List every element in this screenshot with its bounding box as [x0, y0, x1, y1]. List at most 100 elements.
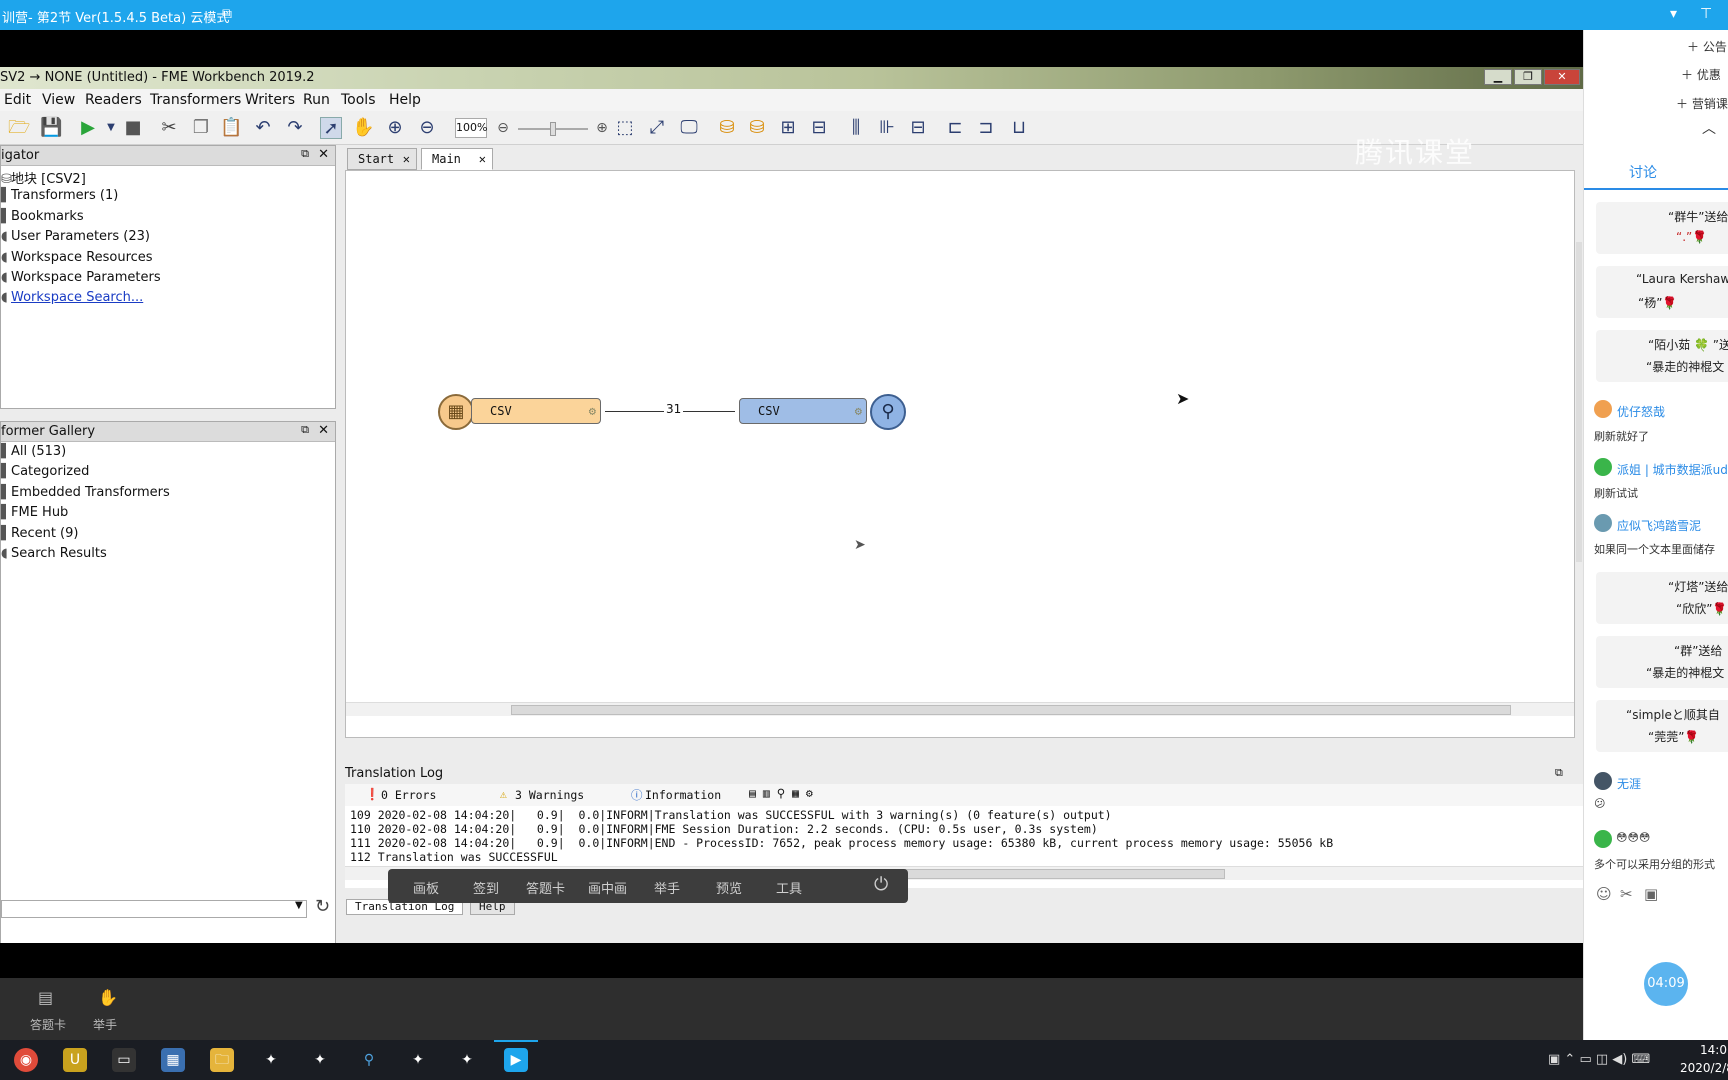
- image-icon[interactable]: ▣: [1644, 885, 1658, 903]
- floatbar-checkin[interactable]: 签到: [473, 878, 499, 897]
- close-icon[interactable]: ✕: [403, 149, 410, 169]
- zoom-selection-icon[interactable]: ⬚: [614, 117, 636, 139]
- answer-card-label[interactable]: 答题卡: [30, 1016, 66, 1033]
- run-icon[interactable]: ▶: [77, 117, 99, 139]
- open-folder-icon[interactable]: 🗁: [8, 117, 30, 139]
- chat-username[interactable]: 优仔怒哉: [1617, 403, 1665, 420]
- discount-item[interactable]: ＋ 优惠: [1681, 66, 1721, 83]
- external-link-icon[interactable]: ⧉: [222, 6, 232, 22]
- stop-icon[interactable]: ■: [122, 117, 144, 139]
- menu-edit[interactable]: Edit: [4, 92, 31, 108]
- align-center-icon[interactable]: ⊪: [876, 117, 898, 139]
- tencent-classroom-icon[interactable]: ▶: [504, 1048, 528, 1072]
- warnings-filter[interactable]: 3 Warnings: [515, 788, 584, 802]
- fit-window-icon[interactable]: 🖵: [678, 117, 700, 139]
- fme-app-icon[interactable]: ✦: [455, 1048, 479, 1072]
- zoom-extents-icon[interactable]: ⤢: [646, 117, 668, 139]
- nav-item-workspace-parameters[interactable]: ◖ Workspace Parameters: [1, 270, 161, 285]
- menu-transformers[interactable]: Transformers: [150, 92, 241, 108]
- nav-item-user-parameters[interactable]: ◖ User Parameters (23): [1, 229, 150, 244]
- gallery-item-recent[interactable]: ▌Recent (9): [1, 526, 78, 541]
- floatbar-whiteboard[interactable]: 画板: [413, 878, 439, 897]
- canvas-vertical-scrollbar[interactable]: [1576, 242, 1582, 562]
- raise-hand-label[interactable]: 举手: [93, 1016, 117, 1033]
- tab-main[interactable]: Main ✕: [421, 148, 493, 170]
- floatbar-pip[interactable]: 画中画: [588, 878, 627, 897]
- chat-username[interactable]: 无涯: [1617, 775, 1641, 792]
- distribute-v-icon[interactable]: ⊔: [1008, 117, 1030, 139]
- emoji-icon[interactable]: ☺: [1596, 885, 1612, 903]
- align-left-icon[interactable]: ⫼: [845, 117, 867, 139]
- information-filter[interactable]: Information: [645, 788, 721, 802]
- floatbar-preview[interactable]: 预览: [716, 878, 742, 897]
- save-icon[interactable]: 💾: [40, 117, 62, 139]
- nav-item-workspace-search[interactable]: ◖ Workspace Search...: [1, 290, 143, 305]
- minimize-button[interactable]: ▁: [1484, 69, 1512, 85]
- control-panel-icon[interactable]: ▦: [161, 1048, 185, 1072]
- answer-card-icon[interactable]: ▤: [38, 988, 53, 1007]
- undo-icon[interactable]: ↶: [252, 117, 274, 139]
- distribute-h-icon[interactable]: ⊐: [975, 117, 997, 139]
- menu-writers[interactable]: Writers: [245, 92, 295, 108]
- float-panel-icon[interactable]: ⧉: [301, 423, 309, 437]
- nav-item-transformers[interactable]: ▌Transformers (1): [1, 188, 118, 203]
- gallery-item-search-results[interactable]: ◖ Search Results: [1, 546, 107, 561]
- menu-view[interactable]: View: [42, 92, 75, 108]
- gallery-item-fme-hub[interactable]: ▌FME Hub: [1, 505, 68, 520]
- inspector-magnifier-icon[interactable]: ⚲: [870, 394, 906, 430]
- tab-start[interactable]: Start ✕: [347, 148, 417, 170]
- chevron-up-icon[interactable]: ︿: [1702, 118, 1716, 138]
- cut-icon[interactable]: ✂: [158, 117, 180, 139]
- canvas-horizontal-scrollbar[interactable]: [346, 702, 1574, 716]
- zoom-in-icon[interactable]: ⊕: [384, 117, 406, 139]
- chat-username[interactable]: 派姐 | 城市数据派ud: [1617, 461, 1728, 478]
- reader-feature-type[interactable]: CSV ⚙: [471, 398, 601, 424]
- close-panel-icon[interactable]: ✕: [318, 147, 329, 162]
- zoom-plus-icon[interactable]: ⊕: [591, 117, 613, 139]
- gallery-search-input[interactable]: [1, 900, 307, 918]
- paste-icon[interactable]: 📋: [220, 117, 242, 139]
- nav-item-reader[interactable]: ⛁地块 [CSV2]: [1, 168, 86, 187]
- announcement-item[interactable]: ＋ 公告: [1687, 38, 1727, 55]
- scissors-icon[interactable]: ✂: [1620, 885, 1633, 903]
- close-icon[interactable]: ✕: [479, 149, 486, 169]
- menu-readers[interactable]: Readers: [85, 92, 142, 108]
- float-panel-icon[interactable]: ⧉: [1555, 766, 1563, 780]
- nav-item-bookmarks[interactable]: ▌Bookmarks: [1, 209, 84, 224]
- zoom-out-icon[interactable]: ⊖: [416, 117, 438, 139]
- redo-icon[interactable]: ↷: [284, 117, 306, 139]
- errors-filter[interactable]: 0 Errors: [381, 788, 436, 802]
- reader-table-icon[interactable]: ▦: [438, 394, 474, 430]
- fme-data-inspector-icon[interactable]: ⚲: [357, 1048, 381, 1072]
- gallery-item-categorized[interactable]: ▌Categorized: [1, 464, 89, 479]
- terminal-icon[interactable]: ▭: [112, 1048, 136, 1072]
- fme-app-icon[interactable]: ✦: [308, 1048, 332, 1072]
- add-reader-icon[interactable]: ⛁: [716, 117, 738, 139]
- ue-editor-icon[interactable]: U: [63, 1048, 87, 1072]
- gallery-item-embedded[interactable]: ▌Embedded Transformers: [1, 485, 170, 500]
- add-bookmark-icon[interactable]: ⊟: [808, 117, 830, 139]
- chrome-icon[interactable]: ◉: [14, 1048, 38, 1072]
- nav-item-workspace-resources[interactable]: ◖ Workspace Resources: [1, 250, 153, 265]
- menu-tools[interactable]: Tools: [341, 92, 376, 108]
- fme-app-icon[interactable]: ✦: [406, 1048, 430, 1072]
- copy-icon[interactable]: ❐: [190, 117, 212, 139]
- raise-hand-icon[interactable]: ✋: [98, 988, 118, 1007]
- maximize-button[interactable]: ❐: [1514, 69, 1542, 85]
- chevron-down-icon[interactable]: ▼: [295, 900, 303, 911]
- timer-badge[interactable]: 04:09: [1644, 962, 1688, 1006]
- writer-feature-type[interactable]: CSV ⚙: [739, 398, 867, 424]
- refresh-icon[interactable]: ↻: [315, 896, 330, 917]
- zoom-level-field[interactable]: 100%: [455, 118, 487, 138]
- chat-username[interactable]: 应似飞鸿踏雪泥: [1617, 517, 1701, 534]
- float-panel-icon[interactable]: ⧉: [301, 147, 309, 161]
- pin-icon[interactable]: ⊤: [1700, 6, 1712, 22]
- fme-app-icon[interactable]: ✦: [259, 1048, 283, 1072]
- workspace-canvas[interactable]: ▦ CSV ⚙ 31 CSV ⚙ ⚲ ➤ ➤: [345, 170, 1575, 738]
- gear-icon[interactable]: ⚙: [855, 399, 862, 423]
- zoom-slider-thumb[interactable]: [550, 122, 556, 136]
- gear-icon[interactable]: ⚙: [589, 399, 596, 423]
- chevron-down-icon[interactable]: ▼: [100, 117, 122, 139]
- power-icon[interactable]: ⏻: [874, 874, 888, 895]
- chevron-down-icon[interactable]: ▾: [1670, 6, 1677, 22]
